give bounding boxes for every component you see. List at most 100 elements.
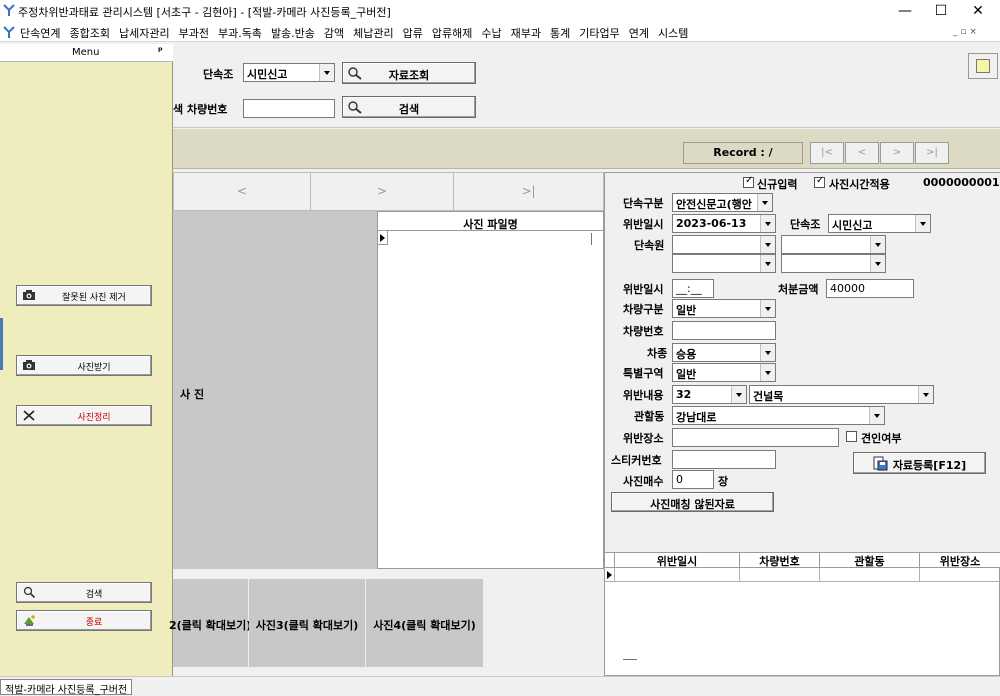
results-grid[interactable]: 위반일시 차량번호 관할동 위반장소 <box>604 552 1000 676</box>
violation-desc-select[interactable]: 건널목 <box>749 385 934 404</box>
chevron-down-icon <box>760 300 775 317</box>
menu-item[interactable]: 부과전 <box>179 27 209 40</box>
menu-item[interactable]: 압류해제 <box>432 27 472 40</box>
grid-header-district[interactable]: 관할동 <box>820 553 920 568</box>
search-button[interactable]: 검색 <box>342 96 476 118</box>
team-label: 단속조 <box>790 218 821 231</box>
unmatched-photos-button[interactable]: 사진매칭 않된자료 <box>611 492 774 512</box>
grid-cell[interactable] <box>920 568 1000 582</box>
chevron-down-icon <box>760 344 775 361</box>
menu-item[interactable]: 종합조회 <box>69 27 109 40</box>
app-small-icon <box>3 26 15 38</box>
prev-record-button[interactable]: < <box>845 142 879 164</box>
menu-item[interactable]: 단속연계 <box>20 27 60 40</box>
photo-count-input[interactable]: 0 <box>672 470 714 489</box>
officer-label: 단속원 <box>634 239 665 252</box>
officer-select-2[interactable] <box>781 235 886 254</box>
menu-item[interactable]: 발송.반송 <box>271 27 315 40</box>
category-select[interactable]: 안전신문고(행안 <box>672 193 773 212</box>
photo-file-list[interactable]: 사진 파일명 <box>377 211 604 569</box>
grid-header-location[interactable]: 위반장소 <box>920 553 1000 568</box>
menu-panel-title: Menu <box>72 47 100 58</box>
lookup-data-button[interactable]: 자료조회 <box>342 62 476 84</box>
grid-cell[interactable] <box>615 568 740 582</box>
next-record-button[interactable]: > <box>880 142 914 164</box>
remove-wrong-photo-button[interactable]: 잘못된 사진 제거 <box>16 285 152 306</box>
tow-checkbox[interactable] <box>846 431 857 442</box>
organize-photos-button[interactable]: 사진정리 <box>16 405 152 426</box>
special-zone-select[interactable]: 일반 <box>672 363 776 382</box>
new-input-checkbox[interactable] <box>743 175 754 188</box>
vehicle-search-input[interactable] <box>243 99 335 118</box>
pin-icon[interactable]: ᵖ <box>158 46 163 57</box>
menu-item[interactable]: 수납 <box>481 27 501 40</box>
search-button-left[interactable]: 검색 <box>16 582 152 603</box>
thumbnail-2[interactable]: 2(클릭 확대보기) <box>169 579 251 667</box>
last-record-button[interactable]: >| <box>915 142 949 164</box>
photo-next-button[interactable]: > <box>311 173 454 210</box>
district-select[interactable]: 강남대로 <box>672 406 885 425</box>
menu-item[interactable]: 통계 <box>550 27 570 40</box>
plate-input[interactable] <box>672 321 776 340</box>
officer-select-4[interactable] <box>781 254 886 273</box>
thumbnail-3[interactable]: 사진3(클릭 확대보기) <box>249 579 366 667</box>
photo-label: 사 진 <box>180 388 205 401</box>
list-caret <box>591 233 592 245</box>
thumbnail-2-label: 2(클릭 확대보기) <box>169 619 252 632</box>
close-icon <box>23 410 35 421</box>
unmatched-photos-label: 사진매칭 않된자료 <box>650 498 735 511</box>
vehicle-type-label: 차량구분 <box>623 303 664 316</box>
menu-item[interactable]: 감액 <box>324 27 344 40</box>
grid-cell[interactable] <box>820 568 920 582</box>
officer-select-1[interactable] <box>672 235 776 254</box>
lookup-data-label: 자료조회 <box>388 69 430 82</box>
penalty-label: 처분금액 <box>778 283 819 296</box>
violation-code-select[interactable]: 32 <box>672 385 747 404</box>
menu-item[interactable]: 기타업무 <box>579 27 619 40</box>
search-person-icon <box>23 586 36 599</box>
officer-select-3[interactable] <box>672 254 776 273</box>
panel-splitter-handle[interactable] <box>0 318 3 370</box>
photo-count-label: 사진매수 <box>623 475 664 488</box>
thumbnail-3-label: 사진3(클릭 확대보기) <box>255 619 359 632</box>
sticker-input[interactable] <box>672 450 776 469</box>
car-kind-select[interactable]: 승용 <box>672 343 776 362</box>
photo-count-unit: 장 <box>718 475 729 488</box>
first-record-button[interactable]: |< <box>810 142 844 164</box>
chevron-down-icon <box>319 64 334 81</box>
photo-viewer[interactable]: 사 진 <box>173 211 378 569</box>
grid-cell[interactable] <box>740 568 820 582</box>
window-tab[interactable]: 적발-카메라 사진등록_구버전 <box>0 679 133 696</box>
vehicle-type-select[interactable]: 일반 <box>672 299 776 318</box>
menu-item[interactable]: 연계 <box>629 27 649 40</box>
enforcement-team-select[interactable]: 시민신고 <box>243 63 335 82</box>
mdi-controls[interactable]: _ ▫ × <box>953 27 977 37</box>
register-data-button[interactable]: 자료등록[F12] <box>853 452 986 474</box>
vehicle-search-label: 색 차량번호 <box>173 103 228 116</box>
grid-corner <box>605 553 615 568</box>
menu-item[interactable]: 부과.독촉 <box>218 27 262 40</box>
close-button[interactable]: ✕ <box>955 0 1000 22</box>
photo-time-checkbox[interactable] <box>814 175 825 188</box>
team-select[interactable]: 시민신고 <box>828 214 931 233</box>
menu-items: 단속연계 종합조회 납세자관리 부과전 부과.독촉 발송.반송 감액 체납관리 압류 압류해제 수납… <box>20 25 697 41</box>
menu-item[interactable]: 체납관리 <box>353 27 393 40</box>
grid-header-plate[interactable]: 차량번호 <box>740 553 820 568</box>
location-input[interactable] <box>672 428 839 447</box>
menu-item[interactable]: 시스템 <box>658 27 688 40</box>
photo-prev-button[interactable]: < <box>174 173 311 210</box>
thumbnail-4[interactable]: 사진4(클릭 확대보기) <box>366 579 484 667</box>
receive-photos-button[interactable]: 사진받기 <box>16 355 152 376</box>
menu-item[interactable]: 재부과 <box>511 27 541 40</box>
violation-date-select[interactable]: 2023-06-13 <box>672 214 776 233</box>
new-input-label: 신규입력 <box>757 178 798 191</box>
menu-item[interactable]: 압류 <box>403 27 423 40</box>
photo-last-button[interactable]: >| <box>454 173 603 210</box>
chevron-down-icon <box>870 236 885 253</box>
corner-indicator[interactable] <box>968 53 998 79</box>
grid-header-violation-time[interactable]: 위반일시 <box>615 553 740 568</box>
menu-item[interactable]: 납세자관리 <box>119 27 170 40</box>
exit-button[interactable]: 종료 <box>16 610 152 631</box>
violation-time-input[interactable]: __:__ <box>672 279 714 298</box>
penalty-input[interactable]: 40000 <box>826 279 914 298</box>
